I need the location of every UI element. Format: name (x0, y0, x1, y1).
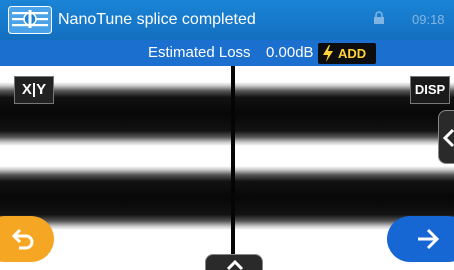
estimated-loss-bar: Estimated Loss 0.00dB ADD (0, 40, 454, 66)
clock: 09:18 (412, 12, 445, 27)
chevron-up-icon (226, 259, 244, 270)
chevron-left-icon (442, 128, 454, 148)
splice-screen: NanoTune splice completed 09:18 Estimate… (0, 0, 454, 270)
xy-view-button[interactable]: X|Y (14, 76, 54, 104)
bottom-panel-tab[interactable] (205, 254, 263, 270)
lock-icon (374, 11, 384, 24)
splice-point-line (231, 66, 235, 270)
back-button[interactable] (0, 216, 54, 262)
fiber-upper-edge (0, 82, 454, 146)
fiber-lower-edge (0, 166, 454, 230)
estimated-loss-value: 0.00dB (266, 44, 314, 61)
estimated-loss-label: Estimated Loss (148, 44, 251, 61)
add-button-label: ADD (338, 46, 367, 61)
splicer-logo-icon (8, 6, 52, 34)
display-button[interactable]: DISP (410, 76, 450, 104)
arrow-right-icon (418, 228, 440, 250)
title-bar: NanoTune splice completed 09:18 (0, 0, 454, 40)
fiber-image-view: X|Y DISP (0, 66, 454, 270)
side-panel-tab[interactable] (438, 110, 454, 164)
undo-arrow-icon (11, 228, 34, 250)
next-button[interactable] (387, 216, 454, 262)
add-loss-button[interactable]: ADD (318, 43, 376, 64)
lightning-bolt-icon (323, 45, 333, 62)
page-title: NanoTune splice completed (58, 11, 256, 28)
